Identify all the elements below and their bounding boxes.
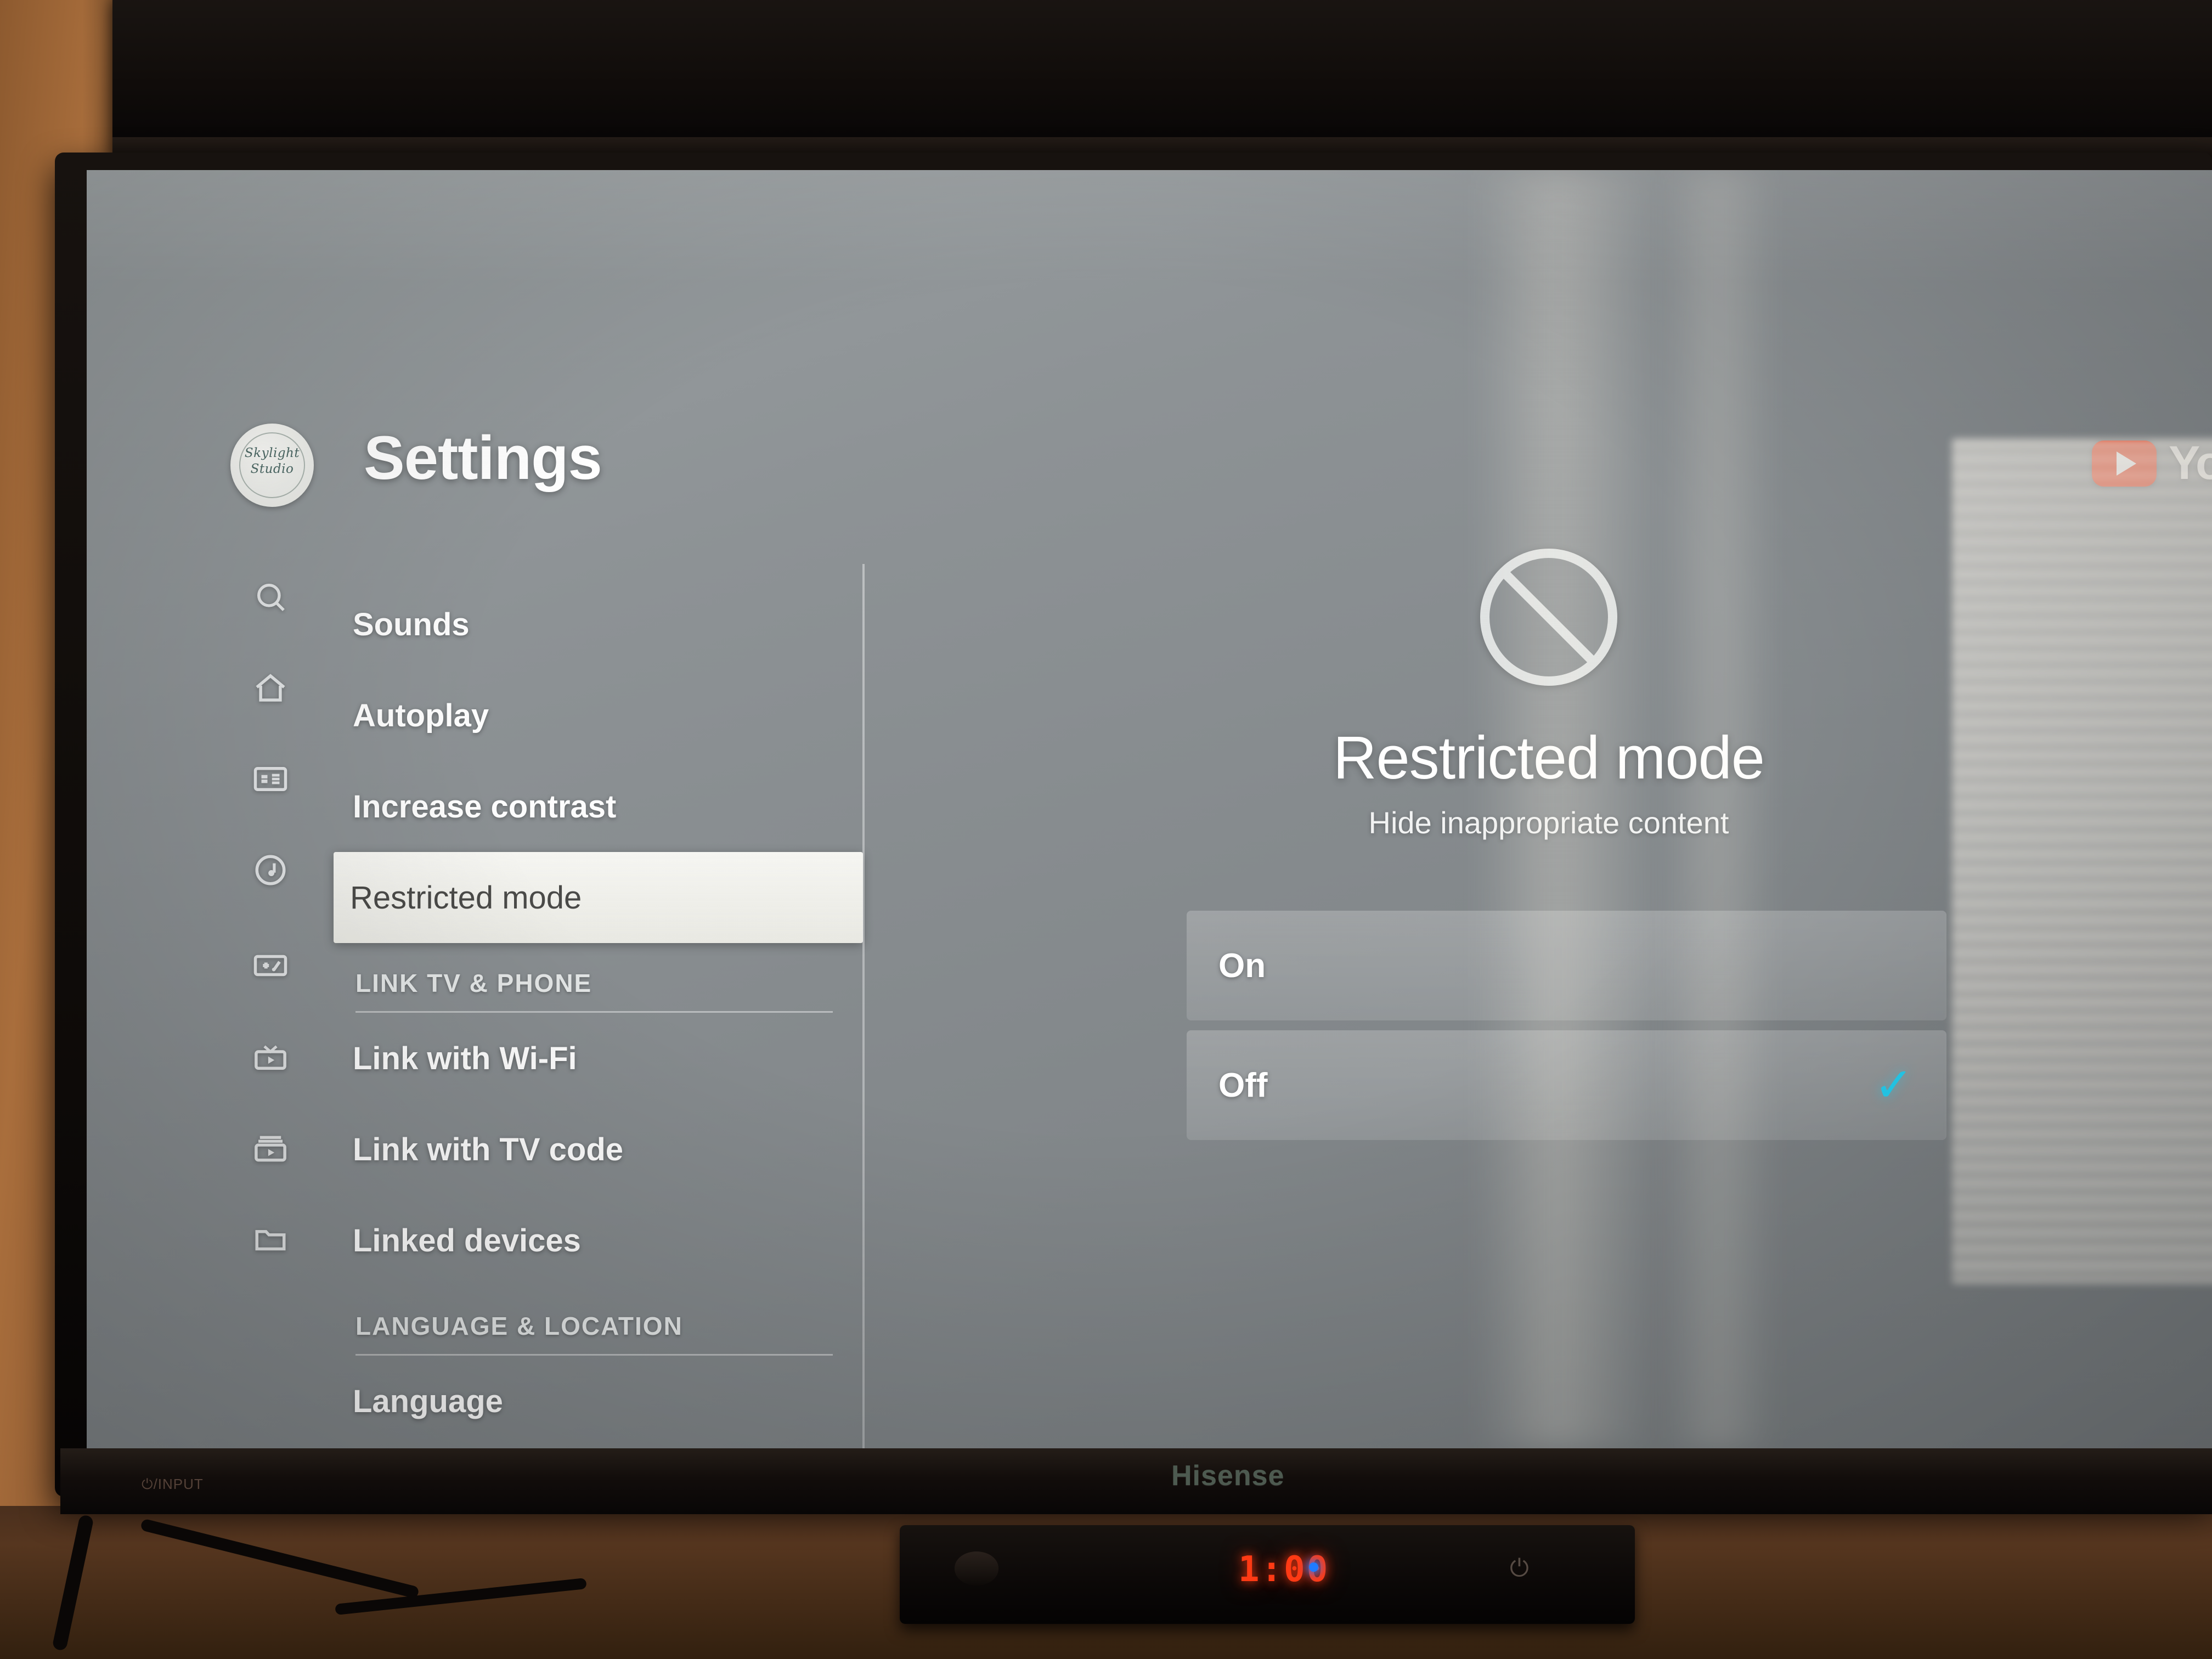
add-to-queue-icon[interactable]: [235, 947, 306, 984]
sidebar-item-restricted-mode[interactable]: Restricted mode: [334, 852, 863, 943]
sidebar-item-label: Increase contrast: [353, 788, 617, 825]
play-triangle-icon: [2117, 451, 2136, 476]
set-top-box-knob[interactable]: [955, 1551, 998, 1585]
sidebar-item-label: Restricted mode: [350, 879, 582, 916]
page-title: Settings: [364, 424, 602, 492]
tv-brand-label: Hisense: [1171, 1460, 1285, 1492]
avatar-label: Skylight Studio: [244, 446, 300, 476]
sidebar-item-label: Autoplay: [353, 697, 489, 733]
sidebar-item-label: Language: [353, 1383, 503, 1419]
soundbar: [112, 0, 2212, 159]
panel-title: Restricted mode: [1333, 724, 1765, 792]
music-disc-icon[interactable]: [235, 852, 306, 888]
option-label: On: [1218, 946, 1266, 985]
restricted-mode-panel: Restricted mode Hide inappropriate conte…: [910, 549, 2188, 1150]
power-icon[interactable]: ⏻: [1510, 1555, 1529, 1582]
tv-screen: Skylight Studio Settings YouTube: [87, 170, 2212, 1448]
settings-menu: Sounds Autoplay Increase contrast Restri…: [334, 579, 863, 1448]
panel-subtitle: Hide inappropriate content: [1368, 805, 1729, 840]
sidebar-icon-rail: [235, 579, 306, 1258]
youtube-logo: YouTube: [2092, 436, 2212, 490]
room-scene: Skylight Studio Settings YouTube: [0, 0, 2212, 1659]
sidebar-item-label: Link with TV code: [353, 1131, 624, 1167]
avatar[interactable]: Skylight Studio: [230, 424, 314, 507]
checkmark-icon: ✓: [1874, 1059, 1914, 1111]
set-top-box-led: [1309, 1562, 1318, 1572]
sidebar-item-autoplay[interactable]: Autoplay: [336, 670, 863, 761]
sidebar-section-language-location: LANGUAGE & LOCATION: [336, 1286, 863, 1356]
option-on[interactable]: On: [1187, 911, 1946, 1020]
search-icon[interactable]: [235, 579, 306, 615]
sidebar-item-link-with-tv-code[interactable]: Link with TV code: [336, 1104, 863, 1195]
sidebar-item-linked-devices[interactable]: Linked devices: [336, 1195, 863, 1286]
home-icon[interactable]: [235, 670, 306, 706]
sidebar-item-label: Linked devices: [353, 1222, 581, 1259]
folder-icon[interactable]: [235, 1222, 306, 1258]
sidebar-item-label: Sounds: [353, 606, 470, 642]
contrast-card-icon[interactable]: [235, 761, 306, 797]
section-header-label: LINK TV & PHONE: [356, 969, 592, 997]
live-tv-icon[interactable]: [235, 1040, 306, 1076]
youtube-play-badge-icon: [2092, 440, 2157, 487]
sidebar-item-increase-contrast[interactable]: Increase contrast: [336, 761, 863, 852]
sidebar-item-label: Link with Wi-Fi: [353, 1040, 577, 1076]
glare-top: [87, 170, 2212, 285]
sidebar-item-link-with-wifi[interactable]: Link with Wi-Fi: [336, 1013, 863, 1104]
option-label: Off: [1218, 1066, 1268, 1104]
sidebar-item-language[interactable]: Language: [336, 1356, 863, 1447]
section-header-label: LANGUAGE & LOCATION: [356, 1312, 683, 1340]
restricted-mode-options: On Off ✓: [1187, 911, 1946, 1140]
tv-bottom-bezel: [60, 1448, 2212, 1514]
sidebar-main-divider: [862, 564, 865, 1448]
youtube-wordmark: YouTube: [2169, 437, 2212, 489]
option-off[interactable]: Off ✓: [1187, 1030, 1946, 1140]
youtube-settings-app: Skylight Studio Settings YouTube: [87, 170, 2212, 1448]
sidebar-item-sounds[interactable]: Sounds: [336, 579, 863, 670]
sidebar-section-link-tv-phone: LINK TV & PHONE: [336, 943, 863, 1013]
library-icon[interactable]: [235, 1131, 306, 1167]
block-prohibited-icon: [1480, 549, 1617, 686]
tv-input-label: ⏻/INPUT: [142, 1476, 204, 1492]
